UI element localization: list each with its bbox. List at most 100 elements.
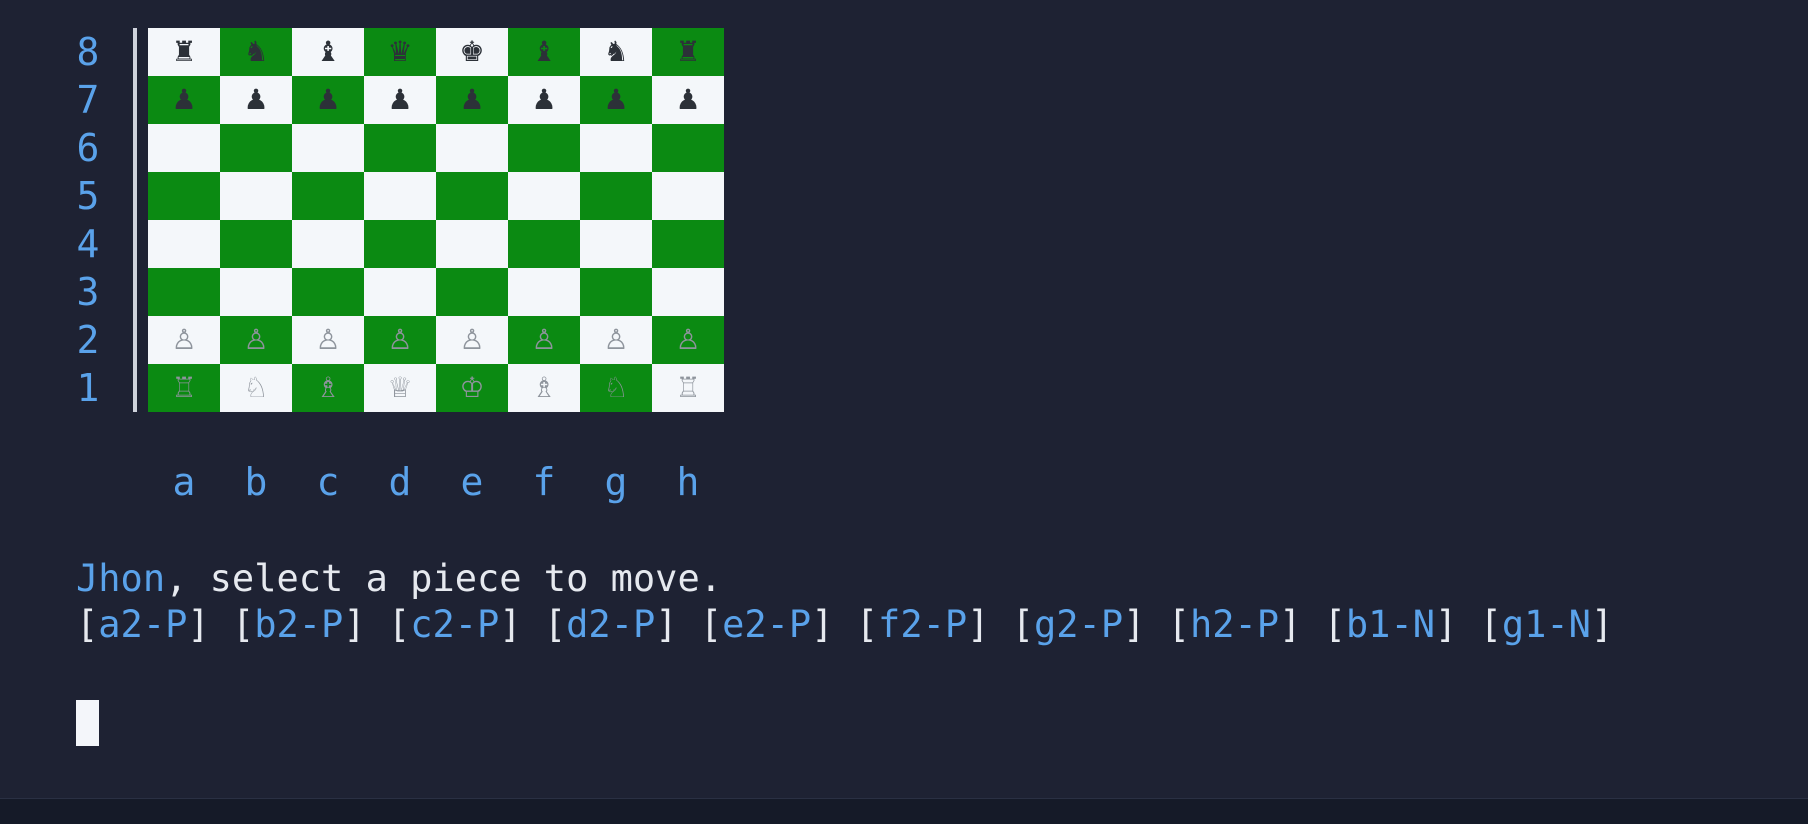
square-d1: ♕ xyxy=(364,364,436,412)
square-f6 xyxy=(508,124,580,172)
white-bishop-icon: ♗ xyxy=(531,371,557,404)
square-c8: ♝ xyxy=(292,28,364,76)
rank-label: 6 xyxy=(76,126,100,170)
file-label: e xyxy=(460,460,484,504)
square-e6 xyxy=(436,124,508,172)
square-b4 xyxy=(220,220,292,268)
square-a6 xyxy=(148,124,220,172)
white-rook-icon: ♖ xyxy=(171,371,197,404)
white-knight-icon: ♘ xyxy=(603,371,629,404)
move-option-code: b1-N xyxy=(1345,603,1436,646)
square-h1: ♖ xyxy=(652,364,724,412)
file-label: h xyxy=(676,460,700,504)
square-b5 xyxy=(220,172,292,220)
file-labels: a b c d e f g h xyxy=(148,458,724,506)
square-a2: ♙ xyxy=(148,316,220,364)
move-option-code: g2-P xyxy=(1034,603,1124,646)
board-left-border xyxy=(133,28,137,412)
white-queen-icon: ♕ xyxy=(387,371,413,404)
white-pawn-icon: ♙ xyxy=(603,323,629,356)
white-rook-icon: ♖ xyxy=(675,371,701,404)
black-knight-icon: ♞ xyxy=(243,35,269,68)
white-king-icon: ♔ xyxy=(459,371,485,404)
black-knight-icon: ♞ xyxy=(603,35,629,68)
file-label: d xyxy=(388,460,412,504)
square-g7: ♟ xyxy=(580,76,652,124)
prompt-line: Jhon, select a piece to move. xyxy=(76,556,722,602)
move-option-code: c2-P xyxy=(410,603,500,646)
white-pawn-icon: ♙ xyxy=(531,323,557,356)
move-option-code: b2-P xyxy=(254,603,344,646)
black-pawn-icon: ♟ xyxy=(675,83,701,116)
black-pawn-icon: ♟ xyxy=(459,83,485,116)
black-pawn-icon: ♟ xyxy=(531,83,557,116)
rank-label: 2 xyxy=(76,318,100,362)
move-option: [a2-P] xyxy=(76,603,210,646)
square-h8: ♜ xyxy=(652,28,724,76)
player-name: Jhon xyxy=(76,557,166,600)
move-option: [c2-P] xyxy=(387,603,522,646)
square-f4 xyxy=(508,220,580,268)
square-h4 xyxy=(652,220,724,268)
square-g1: ♘ xyxy=(580,364,652,412)
white-pawn-icon: ♙ xyxy=(675,323,701,356)
move-option: [b1-N] xyxy=(1323,603,1458,646)
move-option-code: a2-P xyxy=(98,603,188,646)
square-b3 xyxy=(220,268,292,316)
black-king-icon: ♚ xyxy=(459,35,485,68)
square-g2: ♙ xyxy=(580,316,652,364)
move-option: [g1-N] xyxy=(1479,603,1614,646)
prompt-text: , select a piece to move. xyxy=(165,557,723,600)
chess-board: ♜ ♞ ♝ ♛ ♚ ♝ ♞ ♜ ♟ ♟ ♟ ♟ ♟ ♟ ♟ ♟ ♙ ♙ ♙ ♙ ♙ ♙ ♙ ♙ ♖ ♘ ♗ ♕ ♔ ♗ ♘ ♖ xyxy=(148,28,724,412)
square-c7: ♟ xyxy=(292,76,364,124)
black-rook-icon: ♜ xyxy=(675,35,701,68)
file-label: g xyxy=(604,460,628,504)
square-g8: ♞ xyxy=(580,28,652,76)
black-bishop-icon: ♝ xyxy=(531,35,557,68)
square-f1: ♗ xyxy=(508,364,580,412)
file-label: a xyxy=(172,460,196,504)
square-c1: ♗ xyxy=(292,364,364,412)
square-d8: ♛ xyxy=(364,28,436,76)
square-a3 xyxy=(148,268,220,316)
rank-label: 1 xyxy=(76,366,100,410)
text-cursor[interactable] xyxy=(76,700,99,746)
terminal-window[interactable]: 87654321 ♜ ♞ ♝ ♛ ♚ ♝ ♞ ♜ ♟ ♟ ♟ ♟ ♟ ♟ ♟ ♟ ♙ ♙ ♙ ♙ ♙ ♙ ♙ ♙ ♖ ♘ ♗ ♕ ♔ ♗ ♘… xyxy=(0,0,1808,824)
square-e5 xyxy=(436,172,508,220)
move-option: [h2-P] xyxy=(1167,603,1302,646)
rank-label: 7 xyxy=(76,78,100,122)
white-pawn-icon: ♙ xyxy=(459,323,485,356)
move-option-code: f2-P xyxy=(878,603,968,646)
square-e1: ♔ xyxy=(436,364,508,412)
square-c4 xyxy=(292,220,364,268)
white-pawn-icon: ♙ xyxy=(315,323,341,356)
rank-label: 5 xyxy=(76,174,100,218)
rank-label: 4 xyxy=(76,222,100,266)
square-b7: ♟ xyxy=(220,76,292,124)
move-option: [e2-P] xyxy=(699,603,834,646)
move-option: [b2-P] xyxy=(231,603,366,646)
move-option: [g2-P] xyxy=(1011,603,1146,646)
square-f3 xyxy=(508,268,580,316)
move-option: [d2-P] xyxy=(543,603,678,646)
square-e2: ♙ xyxy=(436,316,508,364)
square-e7: ♟ xyxy=(436,76,508,124)
square-e4 xyxy=(436,220,508,268)
square-h5 xyxy=(652,172,724,220)
square-a5 xyxy=(148,172,220,220)
square-f5 xyxy=(508,172,580,220)
square-c6 xyxy=(292,124,364,172)
square-f8: ♝ xyxy=(508,28,580,76)
file-label: c xyxy=(316,460,340,504)
square-c2: ♙ xyxy=(292,316,364,364)
black-pawn-icon: ♟ xyxy=(315,83,341,116)
square-a1: ♖ xyxy=(148,364,220,412)
terminal-status-bar xyxy=(0,798,1808,824)
file-label: f xyxy=(532,460,556,504)
rank-labels: 87654321 xyxy=(68,28,108,412)
black-pawn-icon: ♟ xyxy=(243,83,269,116)
square-b8: ♞ xyxy=(220,28,292,76)
square-h2: ♙ xyxy=(652,316,724,364)
move-option-code: d2-P xyxy=(566,603,656,646)
square-a4 xyxy=(148,220,220,268)
